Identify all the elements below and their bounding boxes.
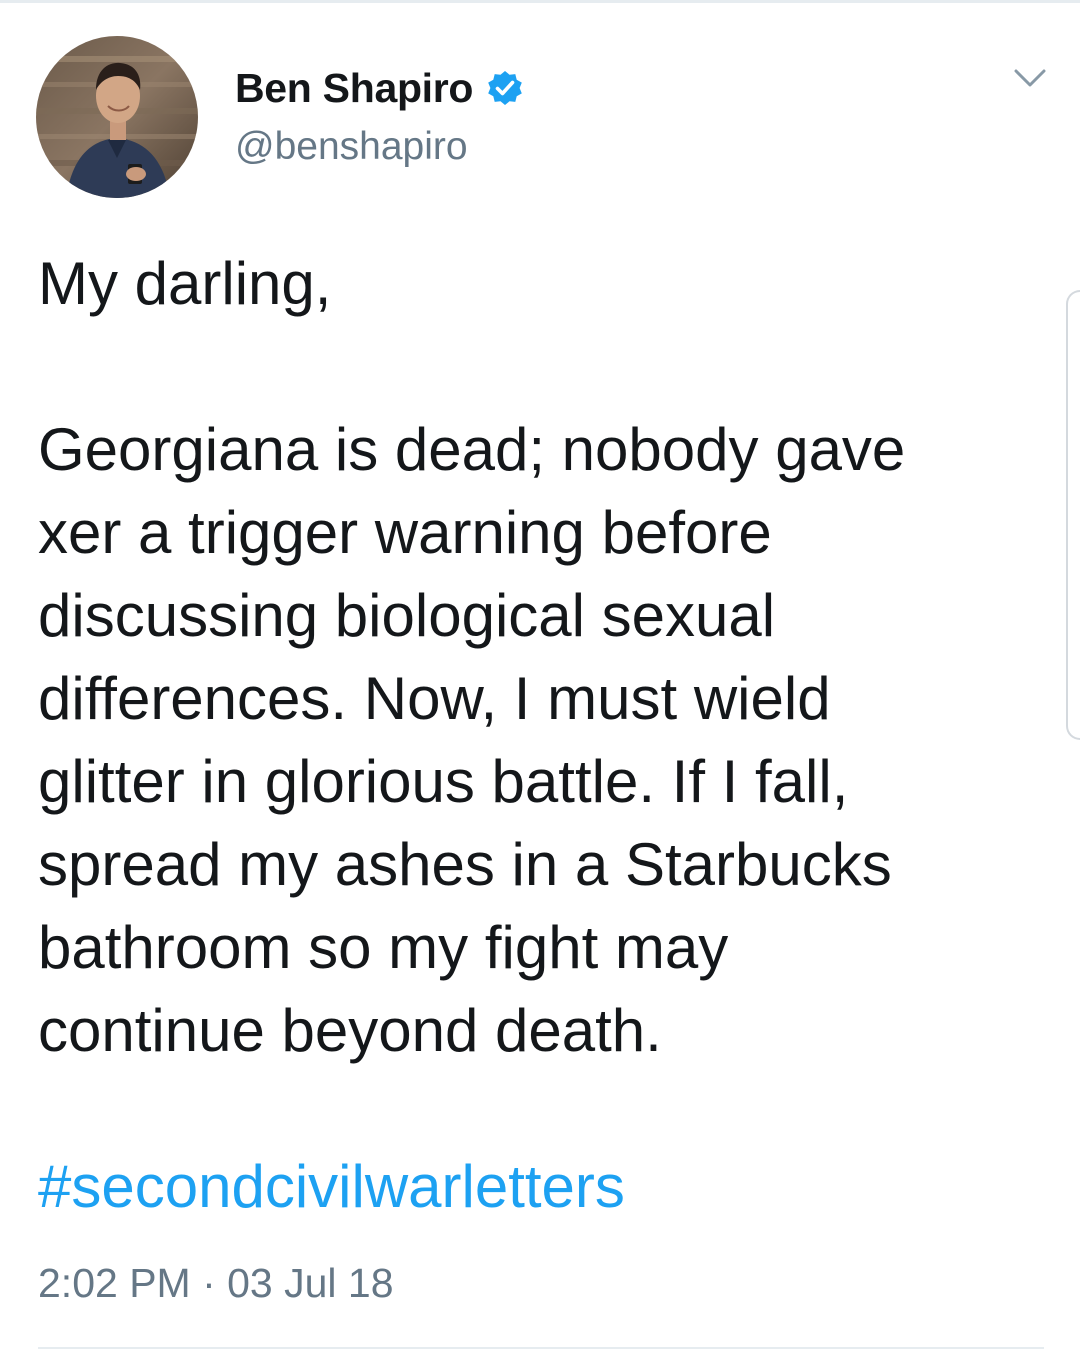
- avatar[interactable]: [36, 36, 198, 198]
- tweet-screen: Ben Shapiro @benshapiro My darling, Geor…: [0, 0, 1080, 1372]
- hashtag-link[interactable]: #secondcivilwarletters: [38, 1152, 625, 1221]
- author-name-row[interactable]: Ben Shapiro: [235, 62, 525, 114]
- author-handle[interactable]: @benshapiro: [235, 125, 468, 169]
- top-divider: [0, 0, 1080, 3]
- tweet-greeting: My darling,: [38, 250, 332, 317]
- tweet-body: My darling, Georgiana is dead; nobody ga…: [38, 242, 1048, 1072]
- tweet-line: continue beyond death.: [38, 997, 662, 1064]
- tweet-line: differences. Now, I must wield: [38, 665, 831, 732]
- avatar-photo: [36, 36, 198, 198]
- bottom-divider: [38, 1347, 1044, 1349]
- tweet-line: xer a trigger warning before: [38, 499, 772, 566]
- tweet-line: spread my ashes in a Starbucks: [38, 831, 892, 898]
- tweet-timestamp[interactable]: 2:02 PM · 03 Jul 18: [38, 1260, 394, 1307]
- scroll-handle[interactable]: [1066, 290, 1080, 740]
- verified-badge-icon: [485, 68, 525, 108]
- chevron-down-icon[interactable]: [1012, 64, 1048, 92]
- tweet-line: glitter in glorious battle. If I fall,: [38, 748, 849, 815]
- paragraph-break: [38, 325, 1048, 408]
- tweet-line: discussing biological sexual: [38, 582, 776, 649]
- tweet-line: bathroom so my fight may: [38, 914, 729, 981]
- tweet-line: Georgiana is dead; nobody gave: [38, 416, 906, 483]
- author-display-name[interactable]: Ben Shapiro: [235, 65, 473, 112]
